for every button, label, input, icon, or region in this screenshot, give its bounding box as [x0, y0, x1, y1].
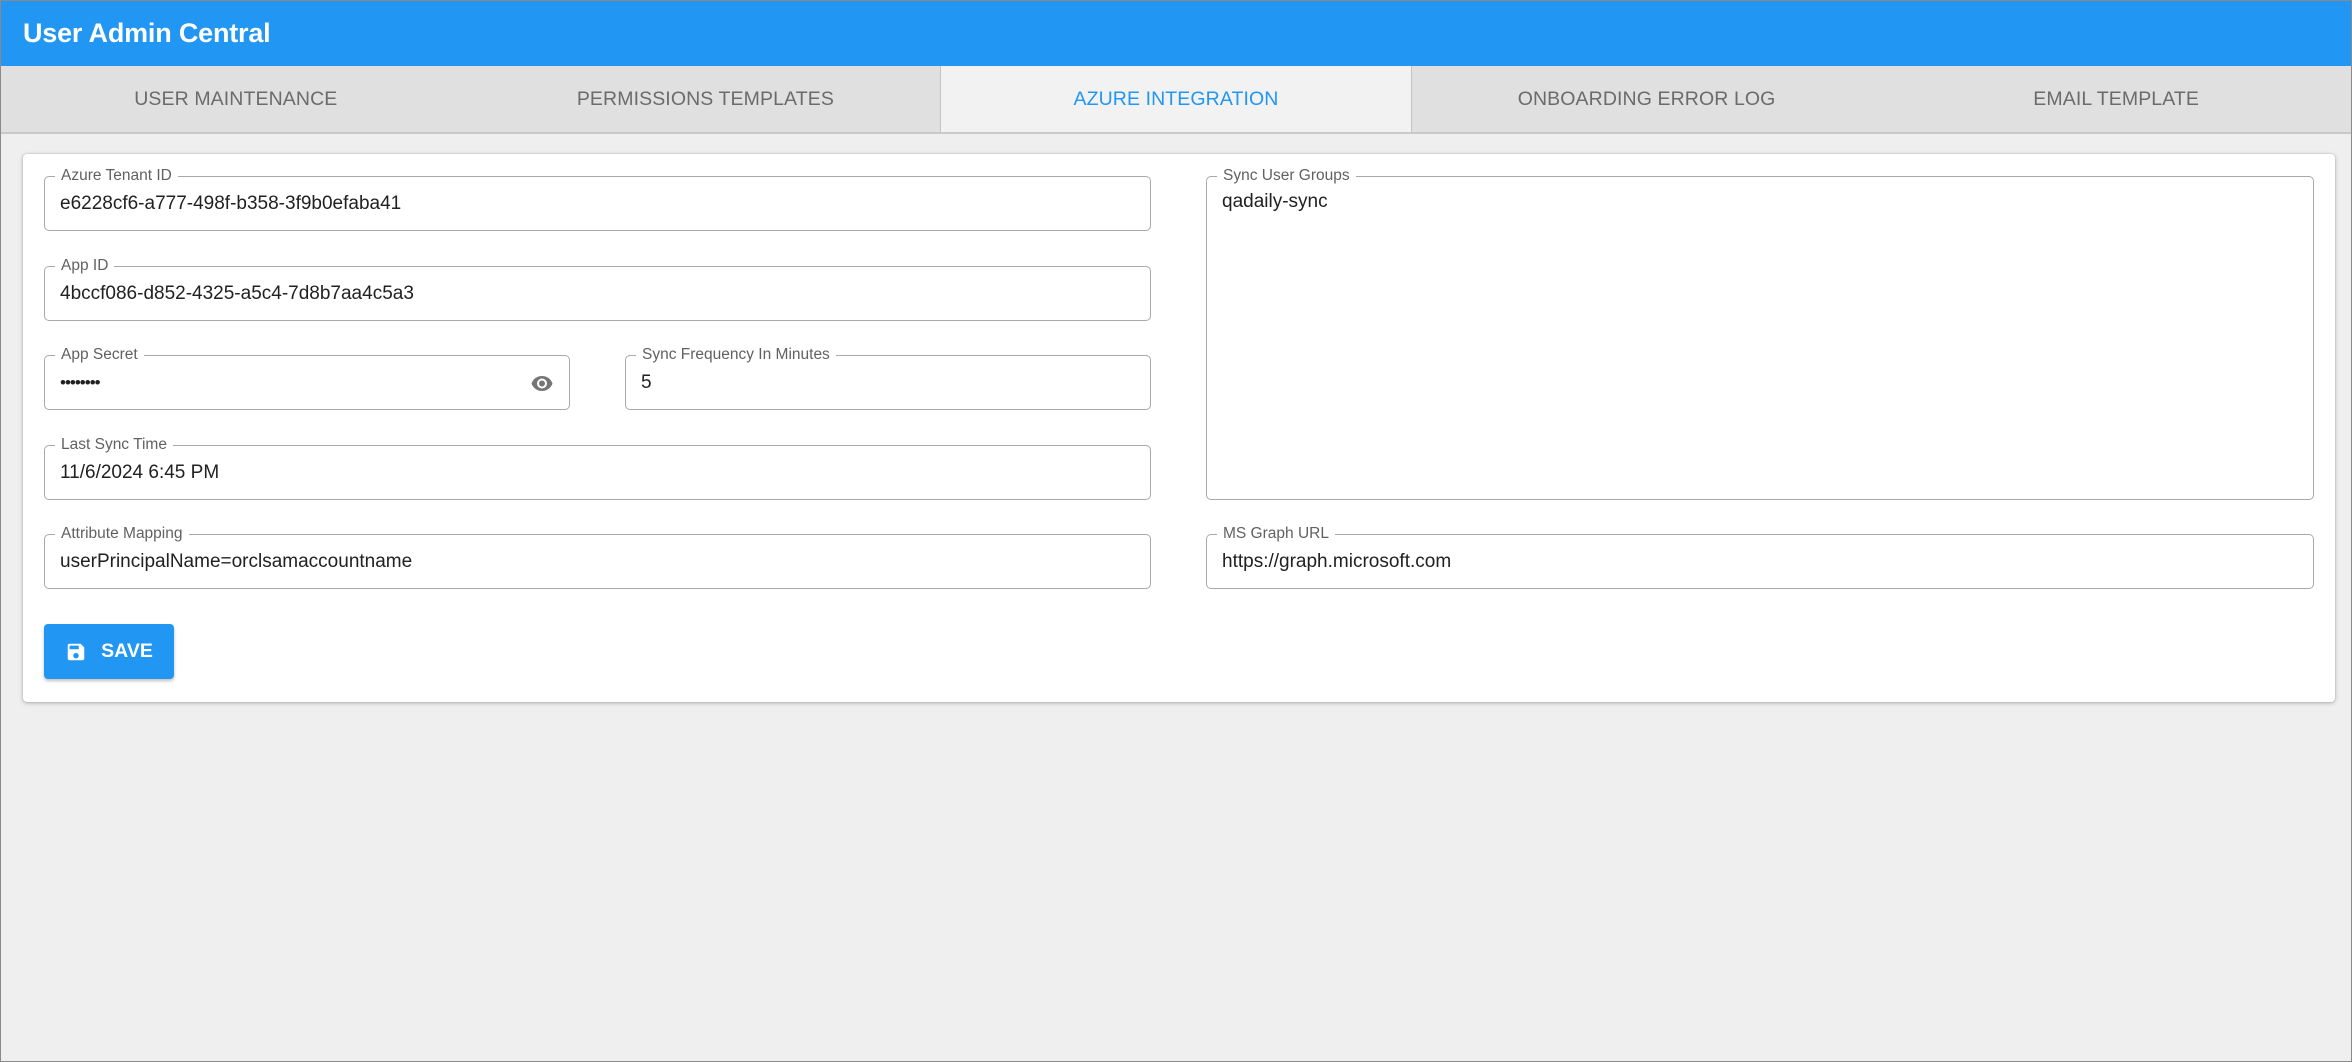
save-icon — [65, 641, 87, 663]
app-title: User Admin Central — [23, 18, 271, 48]
tab-user-maintenance[interactable]: USER MAINTENANCE — [1, 66, 471, 132]
tab-permissions-templates[interactable]: PERMISSIONS TEMPLATES — [471, 66, 941, 132]
save-button-label: SAVE — [101, 640, 153, 662]
app-bar: User Admin Central — [1, 1, 2351, 66]
sync-user-groups-label: Sync User Groups — [1217, 166, 1356, 186]
tab-azure-integration[interactable]: AZURE INTEGRATION — [940, 66, 1412, 132]
app-id-field[interactable]: App ID 4bccf086-d852-4325-a5c4-7d8b7aa4c… — [44, 256, 1151, 321]
app-secret-field[interactable]: App Secret •••••••• — [44, 345, 570, 410]
tab-onboarding-error-log[interactable]: ONBOARDING ERROR LOG — [1412, 66, 1882, 132]
app-secret-value: •••••••• — [60, 372, 101, 392]
attribute-mapping-field[interactable]: Attribute Mapping userPrincipalName=orcl… — [44, 524, 1151, 589]
last-sync-time-field[interactable]: Last Sync Time 11/6/2024 6:45 PM — [44, 435, 1151, 500]
sync-user-groups-field[interactable]: Sync User Groups qadaily-sync — [1206, 166, 2314, 500]
last-sync-time-value: 11/6/2024 6:45 PM — [60, 461, 220, 483]
sync-user-groups-value: qadaily-sync — [1222, 191, 1328, 212]
eye-icon[interactable] — [529, 370, 555, 396]
azure-settings-card: Azure Tenant ID e6228cf6-a777-498f-b358-… — [23, 154, 2335, 702]
save-button[interactable]: SAVE — [44, 624, 174, 679]
attribute-mapping-value: userPrincipalName=orclsamaccountname — [60, 550, 413, 572]
sync-frequency-field[interactable]: Sync Frequency In Minutes 5 — [625, 345, 1151, 410]
tab-email-template[interactable]: EMAIL TEMPLATE — [1881, 66, 2351, 132]
sync-frequency-label: Sync Frequency In Minutes — [636, 345, 836, 365]
app-window: User Admin Central USER MAINTENANCE PERM… — [0, 0, 2352, 1062]
tab-bar: USER MAINTENANCE PERMISSIONS TEMPLATES A… — [1, 66, 2351, 134]
azure-tenant-id-value: e6228cf6-a777-498f-b358-3f9b0efaba41 — [60, 192, 402, 214]
app-id-value: 4bccf086-d852-4325-a5c4-7d8b7aa4c5a3 — [60, 282, 414, 304]
ms-graph-url-value: https://graph.microsoft.com — [1222, 550, 1452, 572]
sync-frequency-value: 5 — [641, 371, 652, 393]
ms-graph-url-field[interactable]: MS Graph URL https://graph.microsoft.com — [1206, 524, 2314, 589]
azure-tenant-id-field[interactable]: Azure Tenant ID e6228cf6-a777-498f-b358-… — [44, 166, 1151, 231]
